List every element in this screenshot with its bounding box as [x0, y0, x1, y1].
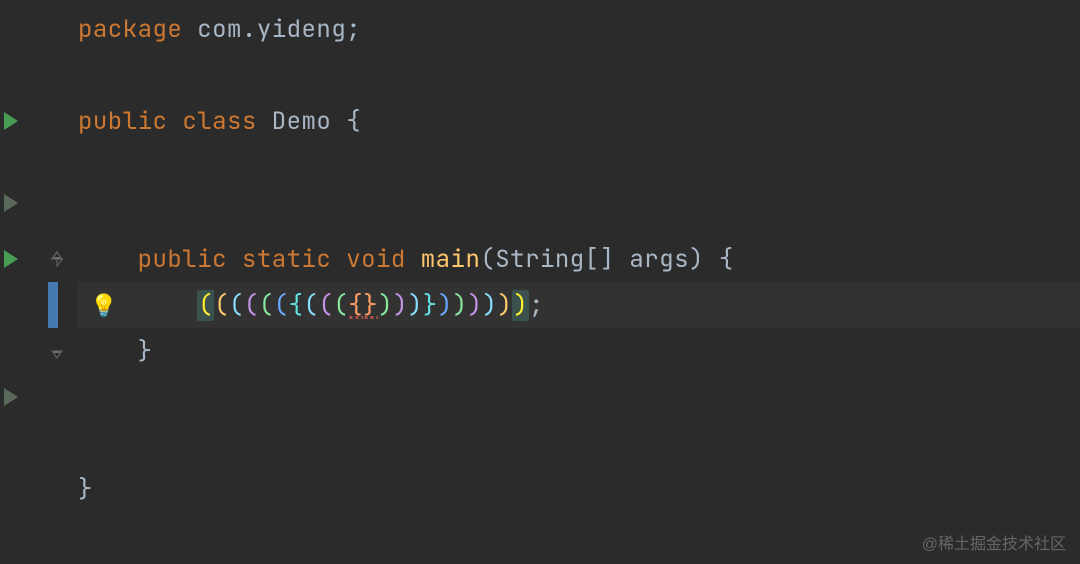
code-line[interactable]: public static void main(String[] args) {	[78, 236, 1080, 282]
fold-collapse-icon[interactable]	[48, 250, 66, 268]
code-line-brackets[interactable]: 💡 (((((({((({})))}))))));	[78, 282, 1080, 328]
code-area[interactable]: package com.yideng; public class Demo { …	[78, 0, 1080, 564]
run-gutter-icon-2[interactable]	[4, 388, 18, 406]
watermark-text: @稀土掘金技术社区	[922, 530, 1066, 554]
brace-close: }	[78, 474, 93, 505]
keyword-void: void	[346, 244, 406, 275]
keyword-static: static	[242, 244, 331, 275]
keyword-public: public	[78, 106, 167, 137]
code-line[interactable]: }	[78, 466, 1080, 512]
code-line-blank[interactable]	[78, 144, 1080, 190]
param-type: String	[495, 244, 584, 275]
class-name: Demo	[272, 106, 332, 137]
code-line[interactable]: }	[78, 328, 1080, 374]
keyword-class: class	[182, 106, 257, 137]
caret-line-stripe	[48, 282, 58, 328]
rainbow-brackets: (((((({((({})))}))))))	[197, 290, 529, 321]
paren-close: )	[689, 244, 704, 275]
run-gutter-icon[interactable]	[4, 194, 18, 212]
semicolon: ;	[346, 14, 361, 45]
code-line[interactable]: package com.yideng;	[78, 6, 1080, 52]
fold-expand-icon[interactable]	[48, 342, 66, 360]
brace-open: {	[346, 106, 361, 137]
semicolon: ;	[529, 290, 544, 321]
run-method-icon[interactable]	[4, 250, 18, 268]
method-name: main	[421, 244, 481, 275]
run-class-icon[interactable]	[4, 112, 18, 130]
intention-bulb-icon[interactable]: 💡	[90, 291, 118, 320]
param-name: args	[629, 244, 689, 275]
code-editor[interactable]: package com.yideng; public class Demo { …	[0, 0, 1080, 564]
package-name: com.yideng	[197, 14, 346, 45]
gutter	[0, 0, 78, 564]
code-line-blank[interactable]	[78, 374, 1080, 420]
code-line-blank[interactable]	[78, 190, 1080, 236]
keyword-public: public	[138, 244, 227, 275]
code-line-blank[interactable]	[78, 52, 1080, 98]
param-brackets: []	[585, 244, 615, 275]
code-line-blank[interactable]	[78, 420, 1080, 466]
keyword-package: package	[78, 14, 182, 45]
brace-open: {	[719, 244, 734, 275]
code-line[interactable]: public class Demo {	[78, 98, 1080, 144]
brace-close: }	[138, 336, 153, 367]
paren-open: (	[480, 244, 495, 275]
